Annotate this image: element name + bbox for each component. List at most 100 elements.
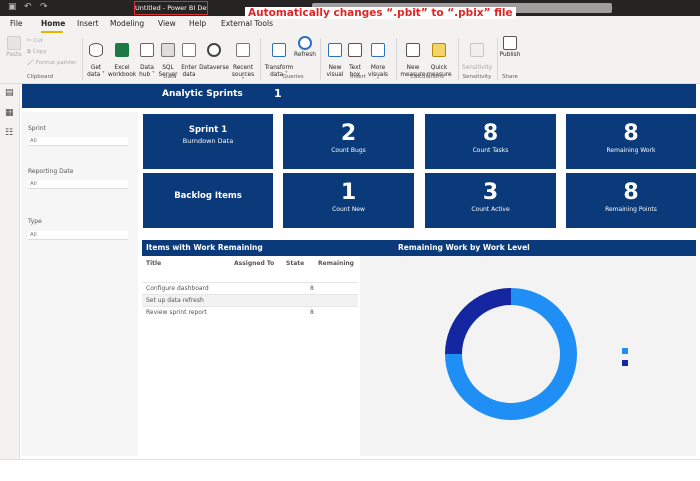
card-kpi[interactable]: 3 Count Active bbox=[425, 173, 556, 228]
column-header[interactable]: Remaining bbox=[318, 260, 354, 267]
slicer-dropdown[interactable]: All bbox=[28, 231, 128, 240]
report-view-icon[interactable]: ▤ bbox=[5, 88, 15, 98]
legend-item bbox=[622, 348, 630, 355]
card-subtitle: Burndown Data bbox=[182, 137, 234, 145]
redo-icon[interactable]: ↷ bbox=[40, 2, 48, 12]
card-label: Remaining Work bbox=[606, 147, 656, 154]
donut-chart bbox=[445, 288, 577, 420]
get-data-label: Get data ˅ bbox=[87, 65, 105, 78]
card-kpi[interactable]: 1 Count New bbox=[283, 173, 414, 228]
excel-workbook-button[interactable]: Excel workbook bbox=[108, 36, 136, 78]
tab-view[interactable]: View bbox=[158, 19, 176, 28]
more-visuals-icon bbox=[371, 42, 385, 57]
sensitivity-button[interactable]: Sensitivity ˅ bbox=[460, 36, 494, 78]
card-kpi[interactable]: 8 Remaining Points bbox=[566, 173, 696, 228]
donut-chart-visual[interactable] bbox=[360, 256, 696, 456]
tab-home[interactable]: Home bbox=[41, 19, 65, 28]
group-clipboard: Clipboard bbox=[26, 74, 54, 80]
card-label: Remaining Points bbox=[605, 206, 657, 213]
table-row[interactable]: Set up data refresh bbox=[142, 294, 358, 306]
save-icon[interactable]: ▣ bbox=[8, 2, 17, 12]
new-visual-button[interactable]: New visual bbox=[325, 36, 345, 78]
legend-swatch bbox=[622, 360, 628, 366]
column-header[interactable]: Title bbox=[146, 260, 161, 267]
format-painter-label: Format painter bbox=[35, 60, 77, 66]
donut-slice-1[interactable] bbox=[445, 288, 511, 354]
card-kpi[interactable]: 8 Remaining Work bbox=[566, 114, 696, 169]
sql-server-button[interactable]: SQL Server bbox=[158, 36, 178, 78]
card-kpi[interactable]: 8 Count Tasks bbox=[425, 114, 556, 169]
cell-title: Set up data refresh bbox=[146, 297, 204, 304]
active-tab-indicator bbox=[41, 31, 63, 33]
cut-button[interactable]: ✂ Cut bbox=[27, 38, 43, 44]
publish-button[interactable]: Publish bbox=[499, 36, 521, 59]
annotation-callout: Automatically changes “.pbit” to “.pbix”… bbox=[245, 7, 516, 19]
card-value: 8 bbox=[482, 121, 499, 146]
tab-file[interactable]: File bbox=[10, 19, 23, 28]
excel-icon bbox=[115, 42, 129, 57]
calculator-icon bbox=[406, 42, 420, 57]
table-row[interactable]: Review sprint report 8 bbox=[142, 306, 358, 318]
slicer-label: Reporting Date bbox=[28, 168, 74, 175]
work-items-table[interactable]: Title Assigned To State Remaining Config… bbox=[142, 256, 358, 456]
refresh-label: Refresh bbox=[294, 52, 316, 58]
copy-label: Copy bbox=[32, 49, 47, 55]
slicer-dropdown[interactable]: All bbox=[28, 137, 128, 146]
card-value: 1 bbox=[340, 180, 357, 205]
paste-button[interactable]: Paste bbox=[5, 36, 23, 59]
excel-label: Excel workbook bbox=[108, 65, 137, 78]
publish-label: Publish bbox=[499, 52, 521, 58]
column-header[interactable]: State bbox=[286, 260, 304, 267]
model-view-icon[interactable]: ☷ bbox=[5, 128, 15, 138]
text-box-button[interactable]: Text box bbox=[347, 36, 363, 78]
ribbon-separator bbox=[82, 38, 83, 80]
tab-insert[interactable]: Insert bbox=[77, 19, 99, 28]
tab-help[interactable]: Help bbox=[189, 19, 206, 28]
recent-sources-icon bbox=[236, 42, 250, 57]
format-painter-button[interactable]: 🖌 Format painter bbox=[27, 60, 77, 66]
enter-data-button[interactable]: Enter data bbox=[180, 36, 198, 78]
card-backlog[interactable]: Backlog Items bbox=[143, 173, 273, 228]
copy-button[interactable]: ⧉ Copy bbox=[27, 49, 47, 56]
card-title: Backlog Items bbox=[174, 191, 242, 201]
cell-title: Configure dashboard bbox=[146, 285, 209, 292]
recent-sources-button[interactable]: Recent sources ˅ bbox=[230, 36, 256, 85]
transform-data-button[interactable]: Transform data ˅ bbox=[263, 36, 295, 78]
tab-external-tools[interactable]: External Tools bbox=[221, 19, 273, 28]
transform-icon bbox=[272, 42, 286, 57]
dataverse-button[interactable]: Dataverse bbox=[199, 36, 229, 72]
view-switcher-rail: ▤ ▦ ☷ bbox=[0, 84, 20, 459]
data-hub-button[interactable]: Data hub ˅ bbox=[138, 36, 156, 78]
report-header: Analytic Sprints 1 bbox=[22, 84, 696, 108]
card-value: 8 bbox=[623, 180, 639, 205]
column-header[interactable]: Assigned To bbox=[234, 260, 274, 267]
dataverse-label: Dataverse bbox=[199, 65, 229, 72]
card-value: 8 bbox=[623, 121, 639, 146]
ribbon: Paste ✂ Cut ⧉ Copy 🖌 Format painter Clip… bbox=[0, 34, 700, 84]
ribbon-separator bbox=[260, 38, 261, 80]
table-section-title: Items with Work Remaining bbox=[146, 243, 263, 252]
card-label: Count Bugs bbox=[331, 147, 366, 154]
legend-swatch bbox=[622, 348, 628, 354]
slicer-label: Sprint bbox=[28, 125, 46, 132]
refresh-button[interactable]: Refresh bbox=[294, 36, 316, 59]
slicer-dropdown[interactable]: All bbox=[28, 180, 128, 189]
cell-title: Review sprint report bbox=[146, 309, 207, 316]
card-label: Count Tasks bbox=[472, 147, 509, 154]
get-data-button[interactable]: Get data ˅ bbox=[86, 36, 106, 78]
data-view-icon[interactable]: ▦ bbox=[5, 108, 15, 118]
bar-chart-icon bbox=[328, 42, 342, 57]
slicer-panel: Sprint All Reporting Date All Type All bbox=[22, 112, 138, 456]
undo-icon[interactable]: ↶ bbox=[24, 2, 32, 12]
card-label: Count New bbox=[332, 206, 365, 213]
card-label: Count Active bbox=[471, 206, 510, 213]
card-kpi[interactable]: 2 Count Bugs bbox=[283, 114, 414, 169]
group-data: Data bbox=[163, 74, 177, 80]
tab-modeling[interactable]: Modeling bbox=[110, 19, 144, 28]
new-measure-button[interactable]: New measure bbox=[400, 36, 426, 78]
recent-sources-label: Recent sources ˅ bbox=[231, 65, 255, 85]
card-sprint[interactable]: Sprint 1 Burndown Data bbox=[143, 114, 273, 169]
power-bi-desktop-window: { "window": { "title": "Untitled - Power… bbox=[0, 0, 700, 481]
table-row[interactable]: Configure dashboard 8 bbox=[142, 282, 358, 294]
quick-measure-button[interactable]: Quick measure bbox=[426, 36, 452, 78]
